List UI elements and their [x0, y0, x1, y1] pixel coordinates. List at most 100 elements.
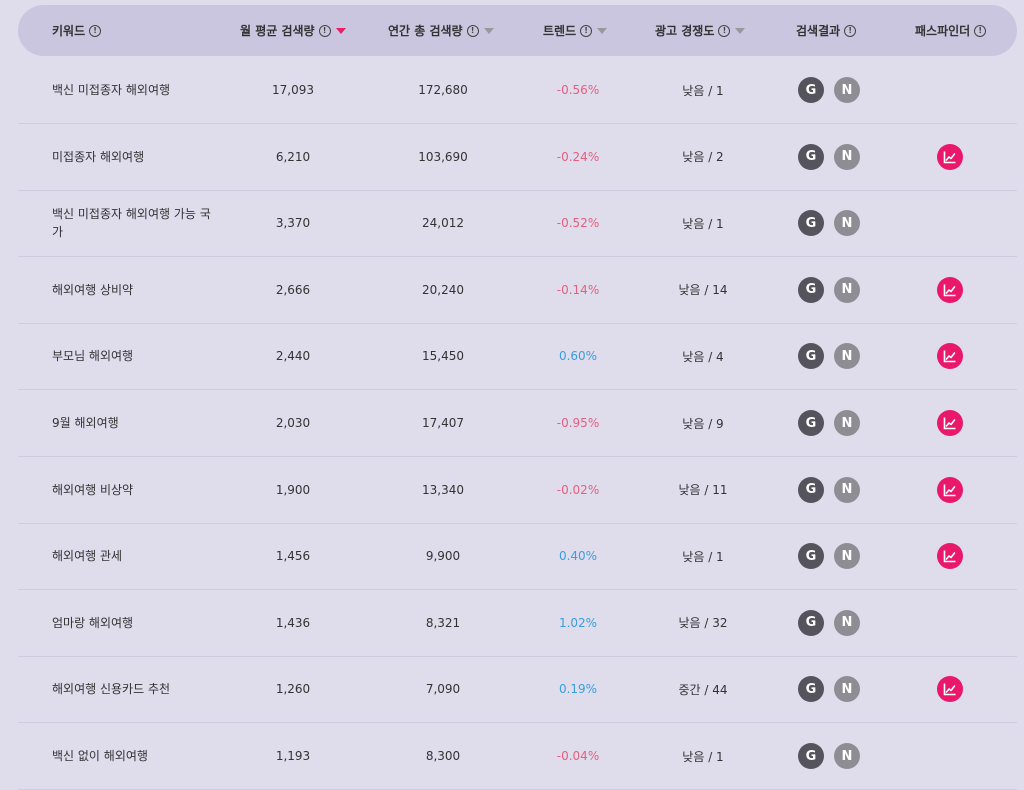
pathfinder-cell — [937, 523, 965, 589]
yearly-volume: 15,450 — [422, 349, 464, 364]
naver-icon[interactable]: N — [834, 143, 860, 170]
ad-competition: 낮음 / 11 — [678, 483, 728, 498]
ad-competition: 낮음 / 1 — [682, 549, 724, 564]
pathfinder-cell — [937, 124, 965, 190]
pathfinder-chart-icon[interactable] — [937, 343, 963, 370]
search-results: GN — [798, 257, 860, 323]
trend-value: -0.14% — [556, 282, 600, 297]
pathfinder-cell — [937, 390, 965, 456]
table-row: 미접종자 해외여행 6,210 103,690 -0.24% 낮음 / 2 GN — [18, 124, 1017, 191]
search-results: GN — [798, 323, 860, 389]
search-results: GN — [798, 523, 860, 589]
sort-icon[interactable] — [735, 27, 746, 34]
google-icon[interactable]: G — [798, 343, 824, 370]
google-icon[interactable]: G — [798, 410, 824, 436]
info-icon[interactable]: ! — [89, 24, 102, 37]
monthly-volume: 6,210 — [275, 149, 311, 164]
trend-value: -0.02% — [556, 482, 600, 497]
table-header: 키워드 ! 월 평균 검색량 ! 연간 총 검색량 ! 트렌드 ! 광고 경쟁도… — [18, 5, 1017, 56]
keyword-cell[interactable]: 부모님 해외여행 — [52, 323, 212, 389]
google-icon[interactable]: G — [798, 143, 824, 170]
line-chart-icon — [943, 350, 956, 363]
monthly-volume: 1,456 — [275, 549, 311, 564]
keyword-cell[interactable]: 백신 미접종자 해외여행 — [52, 57, 212, 123]
google-icon[interactable]: G — [798, 609, 824, 636]
keyword-cell[interactable]: 백신 없이 해외여행 — [52, 723, 212, 789]
naver-icon[interactable]: N — [834, 276, 860, 303]
pathfinder-chart-icon[interactable] — [937, 410, 963, 436]
naver-icon[interactable]: N — [834, 210, 860, 237]
search-results: GN — [798, 723, 860, 789]
monthly-volume: 1,900 — [275, 482, 311, 497]
naver-icon[interactable]: N — [834, 743, 860, 769]
naver-icon[interactable]: N — [834, 410, 860, 436]
line-chart-icon — [943, 417, 956, 430]
header-yearly[interactable]: 연간 총 검색량 ! — [388, 5, 494, 56]
trend-value: -0.52% — [556, 216, 600, 231]
line-chart-icon — [943, 284, 956, 297]
table-row: 해외여행 신용카드 추천 1,260 7,090 0.19% 중간 / 44 G N — [18, 656, 1017, 724]
google-icon[interactable]: G — [798, 276, 824, 303]
sort-desc-icon[interactable] — [335, 27, 346, 34]
google-icon[interactable]: G — [798, 543, 824, 570]
info-icon[interactable]: ! — [580, 24, 593, 37]
table-row: 백신 미접종자 해외여행 가능 국가 3,370 24,012 -0.52% 낮음 / … — [18, 190, 1017, 258]
keyword-cell[interactable]: 엄마랑 해외여행 — [52, 590, 212, 656]
header-monthly[interactable]: 월 평균 검색량 ! — [240, 5, 346, 56]
table-row: 부모님 해외여행 2,440 15,450 0.60% 낮음 / 4 GN — [18, 323, 1017, 391]
header-trend[interactable]: 트렌드 ! — [543, 5, 608, 56]
google-icon[interactable]: G — [798, 210, 824, 237]
table-row: 해외여행 관세 1,456 9,900 0.40% 낮음 / 1 GN — [18, 523, 1017, 591]
naver-icon[interactable]: N — [834, 609, 860, 636]
search-results: GN — [798, 457, 860, 523]
info-icon[interactable]: ! — [974, 24, 987, 37]
google-icon[interactable]: G — [798, 77, 824, 103]
keyword-cell[interactable]: 해외여행 관세 — [52, 523, 212, 589]
yearly-volume: 7,090 — [425, 682, 461, 697]
naver-icon[interactable]: N — [834, 77, 860, 103]
pathfinder-cell — [937, 323, 965, 389]
sort-icon[interactable] — [597, 27, 608, 34]
ad-competition: 중간 / 44 — [678, 682, 728, 697]
line-chart-icon — [943, 484, 956, 496]
google-icon[interactable]: G — [798, 676, 824, 703]
keyword-cell[interactable]: 해외여행 상비약 — [52, 257, 212, 323]
ad-competition: 낮음 / 32 — [678, 616, 728, 631]
ad-competition: 낮음 / 1 — [682, 216, 724, 231]
keyword-cell[interactable]: 미접종자 해외여행 — [52, 124, 212, 190]
header-ad[interactable]: 광고 경쟁도 ! — [655, 5, 746, 56]
table-row: 엄마랑 해외여행 1,436 8,321 1.02% 낮음 / 32 G N — [18, 590, 1017, 657]
monthly-volume: 2,030 — [275, 416, 311, 430]
ad-competition: 낮음 / 14 — [678, 283, 728, 298]
header-pathfinder: 패스파인더 ! — [915, 5, 987, 56]
info-icon[interactable]: ! — [466, 24, 479, 37]
keyword-cell[interactable]: 해외여행 신용카드 추천 — [52, 656, 212, 722]
search-results: GN — [798, 590, 860, 656]
keyword-table: 키워드 ! 월 평균 검색량 ! 연간 총 검색량 ! 트렌드 ! 광고 경쟁도… — [0, 0, 1024, 790]
ad-competition: 낮음 / 2 — [682, 150, 724, 165]
pathfinder-chart-icon[interactable] — [937, 543, 963, 570]
google-icon[interactable]: G — [798, 743, 824, 769]
pathfinder-chart-icon[interactable] — [937, 676, 963, 703]
trend-value: 0.19% — [558, 682, 598, 697]
sort-icon[interactable] — [483, 27, 494, 34]
info-icon[interactable]: ! — [844, 24, 857, 37]
trend-value: -0.04% — [556, 749, 600, 763]
google-icon[interactable]: G — [798, 476, 824, 503]
naver-icon[interactable]: N — [834, 543, 860, 570]
keyword-cell[interactable]: 해외여행 비상약 — [52, 457, 212, 523]
pathfinder-chart-icon[interactable] — [937, 143, 963, 170]
trend-value: -0.24% — [556, 149, 600, 164]
monthly-volume: 17,093 — [272, 83, 314, 97]
info-icon[interactable]: ! — [318, 24, 331, 37]
naver-icon[interactable]: N — [834, 343, 860, 370]
header-results: 검색결과 ! — [796, 5, 857, 56]
pathfinder-chart-icon[interactable] — [937, 476, 963, 503]
info-icon[interactable]: ! — [718, 24, 731, 37]
naver-icon[interactable]: N — [834, 476, 860, 503]
keyword-cell[interactable]: 9월 해외여행 — [52, 390, 212, 456]
pathfinder-chart-icon[interactable] — [937, 276, 963, 303]
naver-icon[interactable]: N — [834, 676, 860, 703]
monthly-volume: 1,260 — [275, 682, 311, 697]
keyword-cell[interactable]: 백신 미접종자 해외여행 가능 국가 — [52, 190, 212, 256]
